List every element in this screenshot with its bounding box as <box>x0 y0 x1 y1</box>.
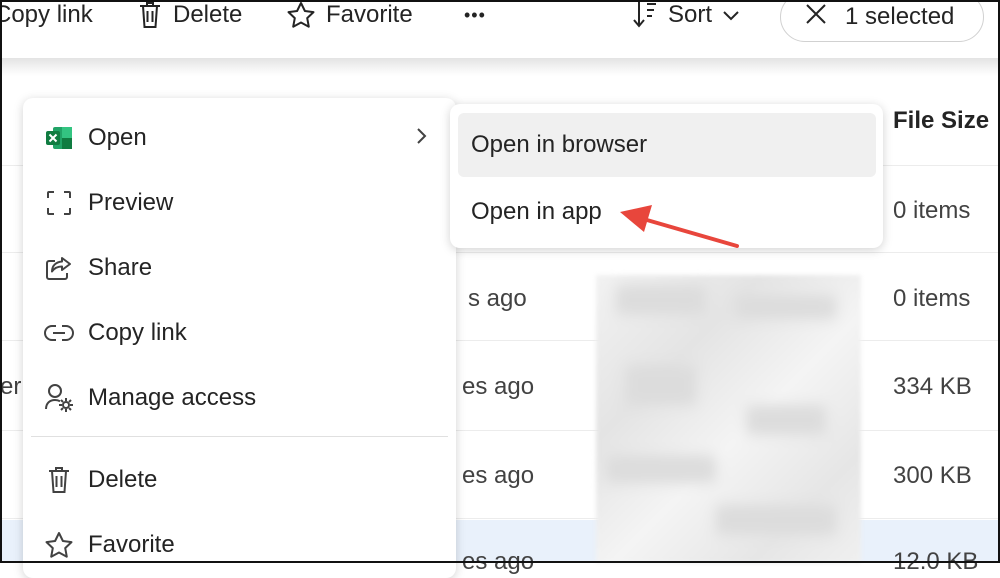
annotation-arrow <box>620 205 739 248</box>
